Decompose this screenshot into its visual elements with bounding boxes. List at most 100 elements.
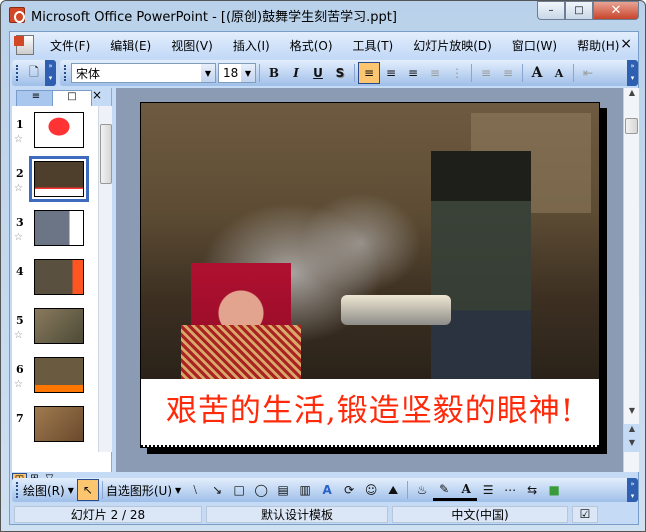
slides-tab[interactable]: □	[52, 90, 92, 106]
toolbar-grip[interactable]	[16, 65, 19, 81]
rectangle-icon[interactable]: □	[228, 479, 250, 501]
chevron-down-icon[interactable]: ▼	[201, 64, 215, 82]
current-slide[interactable]: 艰苦的生活,锻造坚毅的眼神!	[140, 102, 600, 448]
toolbar-options-chevron[interactable]: » ▾	[627, 478, 638, 502]
oval-icon[interactable]: ◯	[250, 479, 272, 501]
menu-window[interactable]: 窗口(W)	[502, 37, 567, 54]
font-size-select[interactable]: 18 ▼	[218, 63, 256, 83]
chevron-down-icon[interactable]: ▼	[68, 486, 74, 495]
align-left-icon[interactable]: ≡	[358, 62, 380, 84]
scroll-up-icon[interactable]: ▲	[624, 88, 640, 102]
chevron-down-icon[interactable]: ▼	[175, 486, 181, 495]
slide-number: 7	[16, 412, 24, 425]
draw-menu-button[interactable]: 绘图(R)	[23, 482, 65, 499]
picture-icon[interactable]: ⛰	[382, 479, 404, 501]
new-file-icon[interactable]: 🗋	[23, 62, 45, 84]
slide-caption[interactable]: 艰苦的生活,锻造坚毅的眼神!	[141, 379, 599, 447]
font-size-value: 18	[223, 66, 239, 80]
shadow-style-icon[interactable]: ■	[543, 479, 565, 501]
spellcheck-icon[interactable]: ☑	[572, 505, 598, 523]
scrollbar-thumb[interactable]	[100, 124, 112, 184]
menu-slideshow[interactable]: 幻灯片放映(D)	[403, 37, 502, 54]
numbering-icon[interactable]: ≡	[475, 62, 497, 84]
powerpoint-icon[interactable]	[9, 7, 25, 23]
menu-format[interactable]: 格式(O)	[280, 37, 343, 54]
fill-color-icon[interactable]: ♨	[411, 479, 433, 501]
clipart-icon[interactable]: ☺	[360, 479, 382, 501]
scrollbar-thumb[interactable]	[625, 118, 638, 134]
shrink-font-button[interactable]: A	[548, 62, 570, 84]
slide-number: 3	[16, 216, 24, 229]
menu-view[interactable]: 视图(V)	[161, 37, 223, 54]
dash-style-icon[interactable]: ⋯	[499, 479, 521, 501]
italic-button[interactable]: I	[285, 62, 307, 84]
line-color-icon[interactable]: ✎	[433, 479, 456, 501]
toolbar-options-chevron[interactable]: » ▾	[45, 60, 56, 86]
menu-file[interactable]: 文件(F)	[40, 37, 100, 54]
vertical-textbox-icon[interactable]: ▥	[294, 479, 316, 501]
slide-scrollbar[interactable]: ▲ ▼ ▲ ▼	[623, 88, 640, 472]
shadow-button[interactable]: S	[329, 62, 351, 84]
toolbar-grip[interactable]	[16, 482, 19, 498]
align-right-icon[interactable]: ≡	[402, 62, 424, 84]
thumbnail-image	[34, 112, 84, 148]
document-icon[interactable]	[14, 35, 34, 55]
autoshapes-menu-button[interactable]: 自选图形(U)	[106, 482, 172, 499]
slide-thumbnail-5[interactable]: 5 ☆	[12, 308, 98, 348]
textbox-icon[interactable]: ▤	[272, 479, 294, 501]
toolbar-options-chevron[interactable]: » ▾	[627, 60, 638, 86]
toolbar-grip[interactable]	[64, 65, 67, 81]
slide-thumbnail-1[interactable]: 1 ☆	[12, 112, 98, 152]
slide-thumbnail-7[interactable]: 7	[12, 406, 98, 446]
boy-figure	[431, 151, 531, 379]
select-pointer-icon[interactable]: ↖	[76, 479, 99, 501]
grow-font-button[interactable]: A	[526, 62, 548, 84]
slide-thumbnail-4[interactable]: 4	[12, 259, 98, 299]
line-style-icon[interactable]: ☰	[477, 479, 499, 501]
diagram-icon[interactable]: ⟳	[338, 479, 360, 501]
girl-clothes	[181, 325, 301, 379]
font-color-icon[interactable]: A	[455, 479, 478, 501]
animation-icon: ☆	[14, 379, 23, 390]
language-indicator: 中文(中国)	[392, 505, 568, 523]
drawing-toolbar: 绘图(R) ▼ ↖ 自选图形(U) ▼ ⧵ ↘ □ ◯ ▤ ▥ A ⟳ ☺ ⛰ ♨ …	[12, 478, 638, 502]
underline-button[interactable]: U	[307, 62, 329, 84]
slide-number: 1	[16, 118, 24, 131]
minimize-button[interactable]: –	[537, 1, 565, 20]
slide-number: 2	[16, 167, 24, 180]
line-icon[interactable]: ⧵	[184, 479, 206, 501]
menu-tools[interactable]: 工具(T)	[343, 37, 404, 54]
align-center-icon[interactable]: ≡	[380, 62, 402, 84]
close-button[interactable]: ✕	[593, 1, 639, 20]
thumbnail-image	[34, 210, 84, 246]
close-pane-button[interactable]: ×	[92, 88, 102, 102]
distribute-icon[interactable]: ≡	[424, 62, 446, 84]
next-slide-icon[interactable]: ▼	[624, 438, 640, 452]
chevron-down-icon[interactable]: ▼	[241, 64, 255, 82]
slide-thumbnail-3[interactable]: 3 ☆	[12, 210, 98, 250]
thumbnail-image	[34, 406, 84, 442]
menu-insert[interactable]: 插入(I)	[223, 37, 280, 54]
bold-button[interactable]: B	[263, 62, 285, 84]
outline-tab[interactable]: ≡	[16, 90, 56, 106]
wordart-icon[interactable]: A	[316, 479, 338, 501]
decrease-indent-icon[interactable]: ⇤	[577, 62, 599, 84]
vertical-distribute-icon[interactable]: ⋮	[446, 62, 468, 84]
thumbnail-image	[34, 308, 84, 344]
arrow-icon[interactable]: ↘	[206, 479, 228, 501]
steamer-pot	[341, 295, 451, 325]
menu-edit[interactable]: 编辑(E)	[100, 37, 161, 54]
maximize-button[interactable]: □	[565, 1, 593, 20]
pane-scrollbar[interactable]	[98, 106, 112, 452]
scroll-down-icon[interactable]: ▼	[624, 406, 640, 420]
slide-thumbnail-6[interactable]: 6 ☆	[12, 357, 98, 397]
divider	[354, 64, 355, 82]
slide-number: 5	[16, 314, 24, 327]
slide-thumbnail-2[interactable]: 2 ☆	[12, 156, 98, 202]
close-document-button[interactable]: ×	[620, 36, 632, 52]
arrow-style-icon[interactable]: ⇆	[521, 479, 543, 501]
bullets-icon[interactable]: ≡	[497, 62, 519, 84]
font-select[interactable]: 宋体 ▼	[71, 63, 216, 83]
divider	[101, 481, 103, 499]
previous-slide-icon[interactable]: ▲	[624, 424, 640, 438]
